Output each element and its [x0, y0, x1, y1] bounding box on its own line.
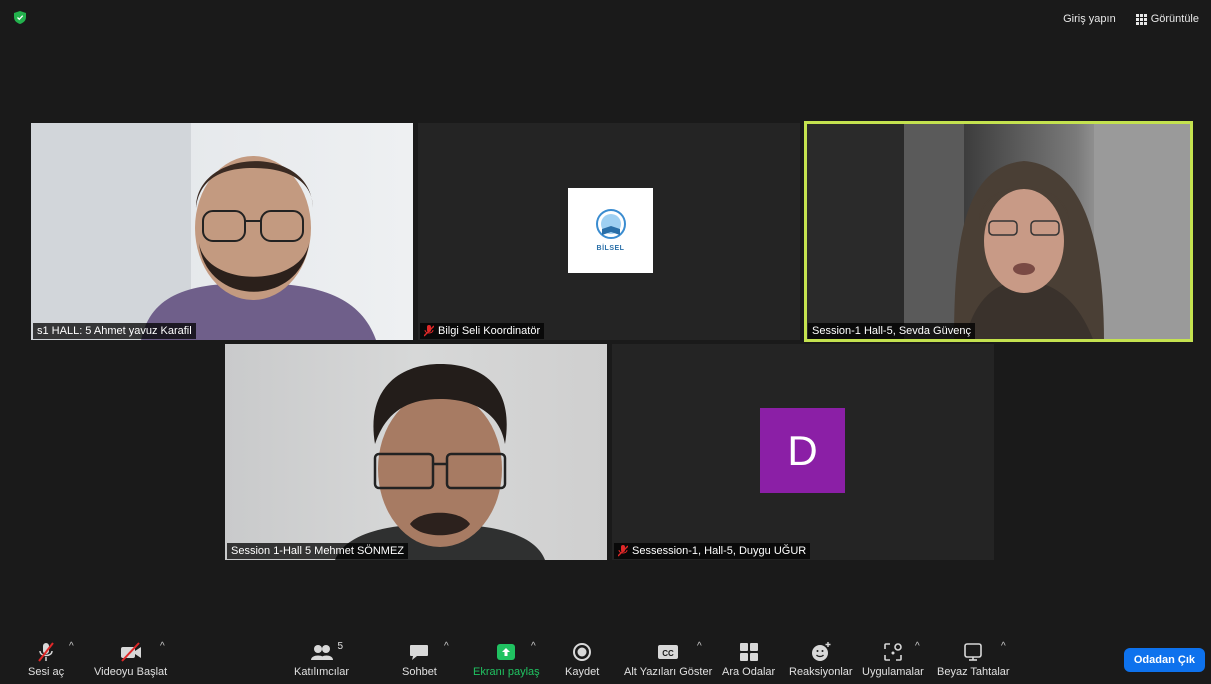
- participant-name: s1 HALL: 5 Ahmet yavuz Karafil: [37, 325, 192, 337]
- whiteboards-button[interactable]: Beyaz Tahtalar: [937, 641, 1010, 678]
- chevron-up-icon[interactable]: ^: [444, 641, 449, 652]
- participant-name: Session-1 Hall-5, Sevda Güvenç: [812, 325, 971, 337]
- video-off-icon: [120, 642, 141, 662]
- book-globe-icon: [595, 209, 626, 239]
- chevron-up-icon[interactable]: ^: [160, 641, 165, 652]
- video-tile-ahmet[interactable]: s1 HALL: 5 Ahmet yavuz Karafil: [31, 123, 413, 340]
- video-tile-sevda[interactable]: Session-1 Hall-5, Sevda Güvenç: [804, 121, 1193, 342]
- participant-video: [804, 121, 1193, 342]
- participant-name: Bilgi Seli Koordinatör: [438, 325, 541, 337]
- participants-count: 5: [337, 641, 344, 652]
- top-bar: Giriş yapın Görüntüle: [0, 0, 1211, 36]
- avatar: D: [760, 408, 845, 493]
- participant-name-tag: s1 HALL: 5 Ahmet yavuz Karafil: [33, 323, 196, 339]
- whiteboard-icon: [964, 643, 983, 661]
- chevron-up-icon[interactable]: ^: [531, 641, 536, 652]
- captions-label: Alt Yazıları Göster: [624, 666, 713, 678]
- video-tile-mehmet[interactable]: Session 1-Hall 5 Mehmet SÖNMEZ: [225, 344, 607, 560]
- breakout-rooms-label: Ara Odalar: [722, 666, 776, 678]
- share-screen-icon: [497, 644, 516, 660]
- start-video-button[interactable]: Videoyu Başlat: [94, 641, 167, 678]
- participant-video: [335, 364, 545, 560]
- record-label: Kaydet: [565, 666, 600, 678]
- meeting-toolbar: Sesi aç ^ Videoyu Başlat ^ 5 Katılımcıla…: [0, 626, 1211, 684]
- whiteboards-label: Beyaz Tahtalar: [937, 666, 1010, 678]
- muted-mic-icon: [424, 325, 434, 337]
- leave-room-button[interactable]: Odadan Çık: [1123, 648, 1205, 672]
- participant-video: [31, 123, 376, 340]
- chat-button[interactable]: Sohbet: [402, 641, 437, 678]
- apps-icon: [884, 643, 902, 661]
- shield-icon[interactable]: [14, 11, 26, 24]
- record-icon: [573, 643, 592, 661]
- participants-label: Katılımcılar: [294, 666, 350, 678]
- view-button[interactable]: Görüntüle: [1132, 11, 1203, 27]
- chat-icon: [410, 645, 429, 660]
- share-screen-button[interactable]: Ekranı paylaş: [473, 641, 540, 678]
- unmute-label: Sesi aç: [28, 666, 65, 678]
- leave-room-label: Odadan Çık: [1133, 654, 1195, 666]
- chevron-up-icon[interactable]: ^: [915, 641, 920, 652]
- logo-text: BİLSEL: [596, 245, 625, 252]
- video-tile-bilgi-seli[interactable]: BİLSEL Bilgi Seli Koordinatör: [418, 123, 800, 340]
- participants-button[interactable]: 5 Katılımcılar: [294, 641, 349, 678]
- breakout-rooms-icon: [739, 643, 758, 661]
- view-label: Görüntüle: [1150, 13, 1199, 25]
- grid-icon: [1135, 13, 1147, 25]
- reaction-smiley-icon: [811, 642, 831, 661]
- start-video-label: Videoyu Başlat: [94, 666, 168, 678]
- signin-button[interactable]: Giriş yapın: [1059, 11, 1120, 27]
- chat-label: Sohbet: [402, 666, 437, 678]
- record-button[interactable]: Kaydet: [565, 641, 599, 678]
- participant-name: Sessession-1, Hall-5, Duygu UĞUR: [632, 545, 807, 557]
- avatar-letter: D: [787, 426, 818, 474]
- chevron-up-icon[interactable]: ^: [69, 641, 74, 652]
- muted-mic-icon: [618, 545, 628, 557]
- reactions-button[interactable]: Reaksiyonlar: [789, 641, 853, 678]
- captions-badge: CC: [662, 649, 674, 658]
- participant-name-tag: Session-1 Hall-5, Sevda Güvenç: [808, 323, 975, 339]
- participant-name-tag: Bilgi Seli Koordinatör: [420, 323, 545, 339]
- video-tile-duygu[interactable]: D Sessession-1, Hall-5, Duygu UĞUR: [612, 344, 994, 560]
- signin-label: Giriş yapın: [1063, 13, 1116, 25]
- participant-name: Session 1-Hall 5 Mehmet SÖNMEZ: [231, 545, 404, 557]
- unmute-button[interactable]: Sesi aç: [28, 641, 64, 678]
- participant-name-tag: Session 1-Hall 5 Mehmet SÖNMEZ: [227, 543, 408, 559]
- apps-label: Uygulamalar: [862, 666, 924, 678]
- chevron-up-icon[interactable]: ^: [697, 641, 702, 652]
- participant-name-tag: Sessession-1, Hall-5, Duygu UĞUR: [614, 543, 811, 559]
- chevron-up-icon[interactable]: ^: [1001, 641, 1006, 652]
- closed-captions-icon: CC: [658, 645, 679, 659]
- muted-mic-icon: [38, 642, 54, 662]
- breakout-rooms-button[interactable]: Ara Odalar: [722, 641, 775, 678]
- organization-logo: BİLSEL: [568, 188, 653, 273]
- share-screen-label: Ekranı paylaş: [473, 666, 540, 678]
- reactions-label: Reaksiyonlar: [789, 666, 853, 678]
- participants-icon: [310, 645, 333, 660]
